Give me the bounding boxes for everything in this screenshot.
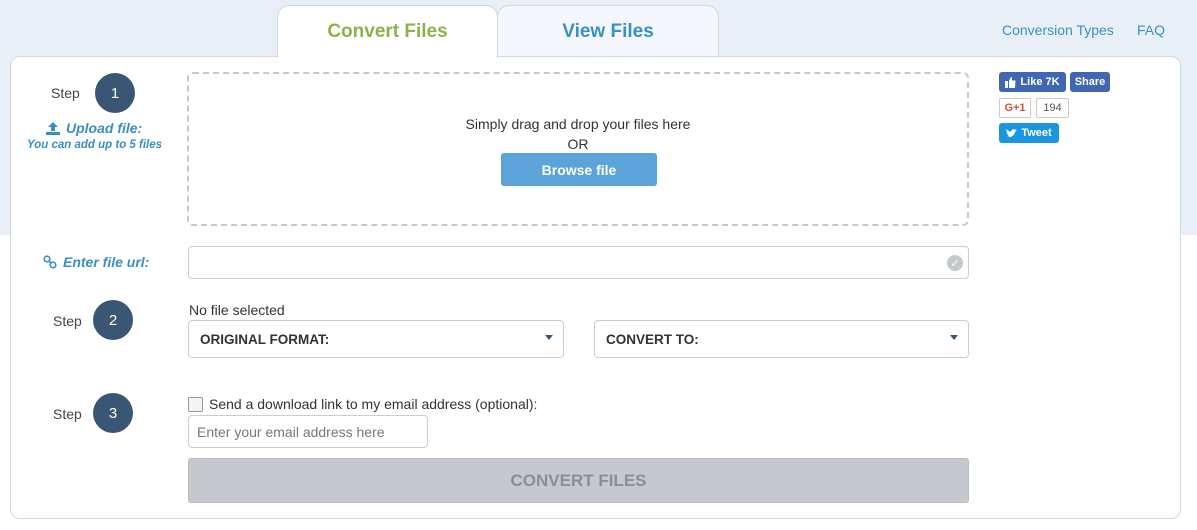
dropzone-text: Simply drag and drop your files here <box>465 116 691 132</box>
file-url-input[interactable]: ✓ <box>188 246 969 279</box>
twitter-bird-icon <box>1006 128 1018 137</box>
email-link-checkbox[interactable] <box>188 396 203 412</box>
email-link-checkbox-label[interactable]: Send a download link to my email address… <box>209 396 537 412</box>
email-field[interactable] <box>188 415 428 448</box>
tab-view-files[interactable]: View Files <box>497 5 719 57</box>
file-status-text: No file selected <box>189 302 285 318</box>
upload-file-label: Upload file: <box>46 120 142 136</box>
upload-icon <box>46 121 60 135</box>
thumbs-up-icon <box>1005 76 1016 88</box>
upload-file-text: Upload file: <box>66 120 143 136</box>
step-3-circle: 3 <box>93 393 133 433</box>
convert-to-select[interactable]: CONVERT TO: <box>594 320 969 358</box>
original-format-label: ORIGINAL FORMAT: <box>200 331 330 347</box>
conversion-types-link[interactable]: Conversion Types <box>1002 22 1114 38</box>
convert-files-button[interactable]: CONVERT FILES <box>188 458 969 503</box>
tweet-button[interactable]: Tweet <box>999 123 1059 143</box>
step-2-label: Step <box>53 313 82 329</box>
file-dropzone[interactable]: Simply drag and drop your files here OR … <box>187 72 969 226</box>
original-format-select[interactable]: ORIGINAL FORMAT: <box>188 320 564 358</box>
chevron-down-icon <box>545 335 553 340</box>
browse-file-button[interactable]: Browse file <box>501 153 657 186</box>
link-icon <box>43 255 57 269</box>
convert-to-label: CONVERT TO: <box>606 331 699 347</box>
file-url-label-text: Enter file url: <box>63 254 150 270</box>
step-1-circle: 1 <box>95 73 135 113</box>
facebook-share-button[interactable]: Share <box>1070 72 1110 92</box>
faq-link[interactable]: FAQ <box>1137 22 1165 38</box>
dropzone-or: OR <box>567 136 589 152</box>
facebook-like-button[interactable]: Like 7K <box>999 72 1066 92</box>
upload-limit-note: You can add up to 5 files <box>27 139 163 151</box>
step-3-label: Step <box>53 406 82 422</box>
file-url-label: Enter file url: <box>43 254 149 270</box>
step-1-label: Step <box>51 85 80 101</box>
google-plus-count: 194 <box>1036 98 1069 118</box>
email-link-option[interactable]: Send a download link to my email address… <box>188 396 537 412</box>
facebook-like-label: Like 7K <box>1020 76 1060 88</box>
tab-convert-files[interactable]: Convert Files <box>277 5 498 58</box>
tweet-label: Tweet <box>1021 127 1052 139</box>
step-2-circle: 2 <box>93 300 133 340</box>
google-plus-button[interactable]: G+1 <box>999 98 1031 118</box>
chevron-down-icon <box>950 335 958 340</box>
check-circle-icon[interactable]: ✓ <box>947 255 963 271</box>
